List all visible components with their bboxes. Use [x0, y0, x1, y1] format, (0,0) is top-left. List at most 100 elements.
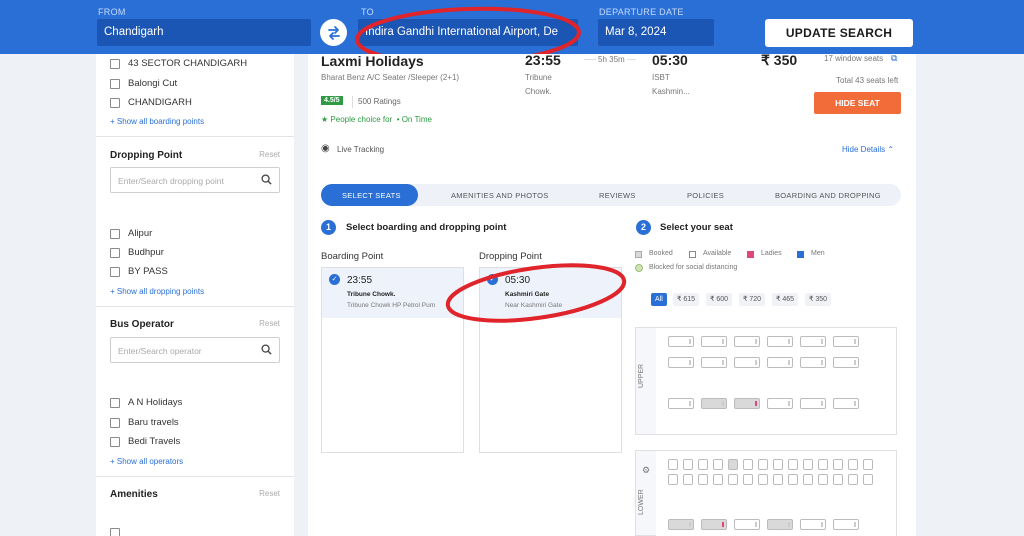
seat[interactable] [758, 459, 768, 470]
tab-amenities[interactable]: AMENITIES AND PHOTOS [451, 191, 549, 200]
checkbox[interactable] [110, 228, 120, 239]
seat[interactable] [788, 474, 798, 485]
lower-deck-label: LOWER [638, 489, 645, 515]
seat[interactable] [818, 459, 828, 470]
seat[interactable] [743, 459, 753, 470]
divider [352, 96, 353, 108]
checkbox[interactable] [110, 528, 120, 536]
seat[interactable] [803, 474, 813, 485]
checkbox[interactable] [110, 97, 120, 108]
seat[interactable] [734, 519, 760, 530]
seat[interactable] [758, 474, 768, 485]
seat[interactable] [833, 357, 859, 368]
seat[interactable] [767, 398, 793, 409]
tab-boarding-dropping[interactable]: BOARDING AND DROPPING [775, 191, 881, 200]
dropping-option[interactable]: Budhpur [110, 247, 164, 258]
show-all-boarding-link[interactable]: + Show all boarding points [110, 117, 204, 126]
seat[interactable] [863, 474, 873, 485]
hide-details-link[interactable]: Hide Details ⌃ [842, 145, 894, 154]
seat[interactable] [800, 357, 826, 368]
operator-reset-link[interactable]: Reset [259, 319, 280, 328]
checkbox[interactable] [110, 247, 120, 258]
seat[interactable] [767, 357, 793, 368]
seat[interactable] [800, 519, 826, 530]
dropping-search-input[interactable]: Enter/Search dropping point [110, 167, 280, 193]
seat[interactable] [734, 336, 760, 347]
seat[interactable] [668, 336, 694, 347]
operator-option[interactable]: Bedi Travels [110, 436, 180, 447]
seat[interactable] [848, 459, 858, 470]
dropping-reset-link[interactable]: Reset [259, 150, 280, 159]
seat[interactable] [767, 336, 793, 347]
operator-option[interactable]: Baru travels [110, 417, 179, 428]
seat[interactable] [800, 336, 826, 347]
checkbox[interactable] [110, 397, 120, 408]
seat[interactable] [698, 459, 708, 470]
filter-chip[interactable]: ₹ 615 [673, 293, 700, 306]
seat[interactable] [734, 357, 760, 368]
show-all-operators-link[interactable]: + Show all operators [110, 457, 183, 466]
seat[interactable] [698, 474, 708, 485]
amenities-reset-link[interactable]: Reset [259, 489, 280, 498]
seat[interactable] [743, 474, 753, 485]
seat[interactable] [683, 474, 693, 485]
dropping-option[interactable]: Alipur [110, 228, 152, 239]
boarding-option[interactable]: CHANDIGARH [110, 97, 192, 108]
seat[interactable] [833, 336, 859, 347]
seat[interactable] [800, 398, 826, 409]
seat[interactable] [773, 474, 783, 485]
seat-booked [728, 459, 738, 470]
seat[interactable] [728, 474, 738, 485]
seat[interactable] [701, 336, 727, 347]
seat[interactable] [833, 398, 859, 409]
operator-search-input[interactable]: Enter/Search operator [110, 337, 280, 363]
boarding-option[interactable]: 43 SECTOR CHANDIGARH [110, 58, 247, 69]
seat[interactable] [668, 474, 678, 485]
checkbox[interactable] [110, 417, 120, 428]
live-tracking[interactable]: Live Tracking [337, 145, 384, 154]
seat[interactable] [818, 474, 828, 485]
filter-chip[interactable]: ₹ 720 [739, 293, 766, 306]
operator-option[interactable]: A N Holidays [110, 397, 182, 408]
show-all-dropping-link[interactable]: + Show all dropping points [110, 287, 204, 296]
seat[interactable] [833, 519, 859, 530]
amenity-option[interactable] [110, 528, 120, 536]
seat-booked [701, 398, 727, 409]
tab-reviews[interactable]: REVIEWS [599, 191, 636, 200]
checkbox[interactable] [110, 78, 120, 89]
seat[interactable] [863, 459, 873, 470]
filter-chip-all[interactable]: All [651, 293, 667, 306]
date-label: DEPARTURE DATE [599, 7, 684, 17]
seat[interactable] [701, 357, 727, 368]
date-field[interactable]: Mar 8, 2024 [598, 19, 714, 46]
search-icon [261, 344, 272, 355]
hide-seat-button[interactable]: HIDE SEAT [814, 92, 901, 114]
tab-policies[interactable]: POLICIES [687, 191, 724, 200]
swap-button[interactable] [320, 19, 347, 46]
seat[interactable] [668, 357, 694, 368]
seat[interactable] [713, 459, 723, 470]
filter-chip[interactable]: ₹ 600 [706, 293, 733, 306]
seat[interactable] [803, 459, 813, 470]
seat[interactable] [848, 474, 858, 485]
filter-chip[interactable]: ₹ 465 [772, 293, 799, 306]
seat[interactable] [773, 459, 783, 470]
seat[interactable] [668, 398, 694, 409]
seat[interactable] [788, 459, 798, 470]
seat[interactable] [833, 459, 843, 470]
dropping-option[interactable]: BY PASS [110, 266, 168, 277]
chevron-up-icon: ⌃ [887, 145, 895, 154]
checkbox[interactable] [110, 58, 120, 69]
booked-legend-icon [635, 251, 642, 258]
seat[interactable] [833, 474, 843, 485]
update-search-button[interactable]: UPDATE SEARCH [765, 19, 913, 47]
from-field[interactable]: Chandigarh [97, 19, 311, 46]
seat[interactable] [683, 459, 693, 470]
seat[interactable] [668, 459, 678, 470]
checkbox[interactable] [110, 266, 120, 277]
filter-chip[interactable]: ₹ 350 [805, 293, 832, 306]
seat[interactable] [713, 474, 723, 485]
tab-select-seats-label[interactable]: SELECT SEATS [342, 191, 401, 200]
checkbox[interactable] [110, 436, 120, 447]
boarding-option[interactable]: Balongi Cut [110, 78, 177, 89]
